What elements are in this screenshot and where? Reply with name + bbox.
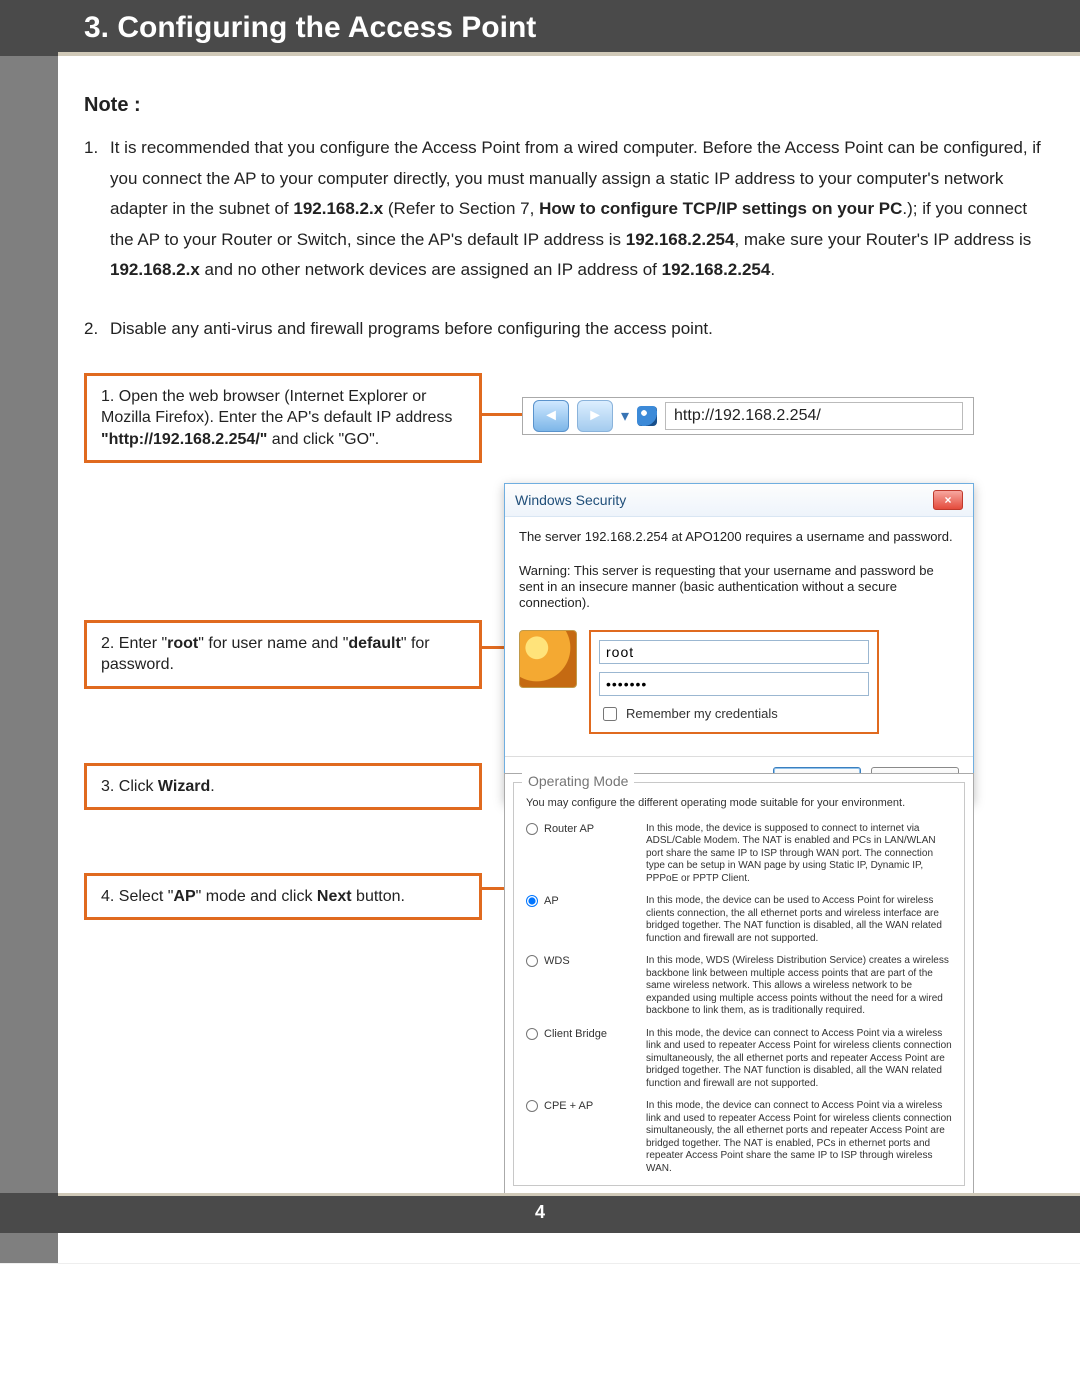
- om-mode-option[interactable]: Client Bridge: [526, 1028, 634, 1091]
- om-mode-desc: In this mode, the device can connect to …: [646, 1028, 952, 1091]
- callout-connector: [482, 413, 522, 416]
- avatar-icon: [519, 630, 577, 688]
- credential-highlight: Remember my credentials: [589, 630, 879, 734]
- om-mode-desc: In this mode, the device is supposed to …: [646, 823, 952, 886]
- operating-mode-legend: Operating Mode: [522, 773, 634, 789]
- ie-icon: [637, 406, 657, 426]
- om-mode-radio[interactable]: [526, 895, 538, 907]
- om-mode-row: Client Bridge In this mode, the device ca…: [524, 1022, 954, 1095]
- dialog-message-2: Warning: This server is requesting that …: [519, 563, 959, 612]
- callout-step-1: 1. Open the web browser (Internet Explor…: [84, 373, 482, 464]
- note-item-text: It is recommended that you configure the…: [110, 133, 1054, 286]
- section-title-bar: 3. Configuring the Access Point: [0, 0, 1080, 56]
- page-left-margin: [0, 0, 58, 1263]
- security-dialog: Windows Security × The server 192.168.2.…: [504, 483, 974, 802]
- forward-icon[interactable]: ►: [577, 400, 613, 432]
- om-mode-desc: In this mode, the device can be used to …: [646, 895, 952, 945]
- om-mode-desc: In this mode, the device can connect to …: [646, 1100, 952, 1175]
- note-heading: Note :: [84, 94, 1054, 117]
- om-mode-name: AP: [544, 895, 559, 907]
- om-mode-name: CPE + AP: [544, 1100, 593, 1112]
- note-item-text: Disable any anti-virus and firewall prog…: [110, 314, 1054, 345]
- browser-bar-mock: ◄ ► ▾ http://192.168.2.254/: [522, 397, 974, 435]
- note-item: 2. Disable any anti-virus and firewall p…: [84, 314, 1054, 345]
- dropdown-icon[interactable]: ▾: [621, 406, 629, 426]
- url-field[interactable]: http://192.168.2.254/: [665, 402, 963, 430]
- om-mode-radio[interactable]: [526, 955, 538, 967]
- om-mode-option[interactable]: Router AP: [526, 823, 634, 886]
- page-footer: 4: [0, 1193, 1080, 1233]
- om-mode-radio[interactable]: [526, 1100, 538, 1112]
- page-number: 4: [535, 1202, 545, 1223]
- om-mode-name: Router AP: [544, 823, 594, 835]
- operating-mode-desc: You may configure the different operatin…: [526, 797, 954, 809]
- om-mode-desc: In this mode, WDS (Wireless Distribution…: [646, 955, 952, 1018]
- url-text: http://192.168.2.254/: [674, 407, 821, 425]
- note-item: 1. It is recommended that you configure …: [84, 133, 1054, 286]
- note-item-number: 1.: [84, 133, 110, 286]
- remember-checkbox-box[interactable]: [603, 707, 617, 721]
- operating-mode-panel: Operating Mode You may configure the dif…: [504, 773, 974, 1224]
- close-icon[interactable]: ×: [933, 490, 963, 510]
- om-mode-radio[interactable]: [526, 823, 538, 835]
- dialog-title: Windows Security: [515, 492, 626, 508]
- om-mode-option[interactable]: AP: [526, 895, 634, 945]
- callout-step-4: 4. Select "AP" mode and click Next butto…: [84, 873, 482, 921]
- om-mode-row: Router AP In this mode, the device is sup…: [524, 817, 954, 890]
- om-mode-row: WDS In this mode, WDS (Wireless Distribut…: [524, 949, 954, 1022]
- password-input[interactable]: [599, 672, 869, 696]
- back-icon[interactable]: ◄: [533, 400, 569, 432]
- om-mode-radio[interactable]: [526, 1028, 538, 1040]
- om-mode-option[interactable]: CPE + AP: [526, 1100, 634, 1175]
- note-item-number: 2.: [84, 314, 110, 345]
- om-mode-row: AP In this mode, the device can be used t…: [524, 889, 954, 949]
- om-mode-row: CPE + AP In this mode, the device can con…: [524, 1094, 954, 1179]
- remember-checkbox-label: Remember my credentials: [626, 706, 778, 721]
- callout-step-2: 2. Enter "root" for user name and "defau…: [84, 620, 482, 689]
- section-title: 3. Configuring the Access Point: [84, 11, 536, 45]
- username-input[interactable]: [599, 640, 869, 664]
- dialog-message-1: The server 192.168.2.254 at APO1200 requ…: [519, 529, 959, 545]
- om-mode-name: Client Bridge: [544, 1028, 607, 1040]
- om-mode-name: WDS: [544, 955, 570, 967]
- om-mode-option[interactable]: WDS: [526, 955, 634, 1018]
- callout-step-3: 3. Click Wizard.: [84, 763, 482, 811]
- remember-checkbox[interactable]: Remember my credentials: [599, 704, 869, 724]
